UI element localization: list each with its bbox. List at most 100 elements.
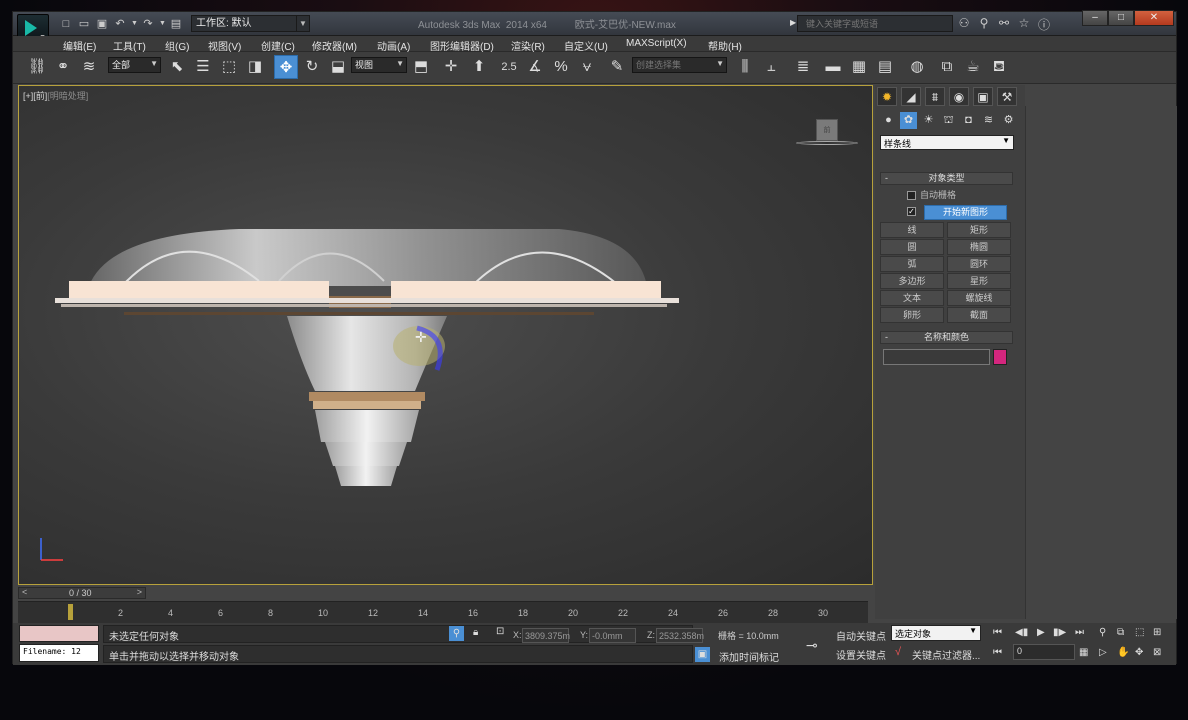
select-by-name-icon[interactable]: ☰ [191, 55, 215, 79]
egg-button[interactable]: 卵形 [880, 307, 944, 323]
go-to-start-icon[interactable]: ⏮ [993, 627, 1002, 638]
cameras-icon[interactable]: ⛫ [940, 112, 957, 129]
select-object-icon[interactable]: ⬉ [165, 55, 189, 79]
time-marker[interactable] [68, 604, 73, 620]
circle-button[interactable]: 圆 [880, 239, 944, 255]
name-color-rollout[interactable]: - 名称和颜色 [880, 331, 1013, 344]
edit-named-sets-icon[interactable]: ✎ [605, 55, 629, 79]
rendered-frame-icon[interactable]: ☕ [961, 55, 985, 79]
communication-icon[interactable]: ⚯ [997, 16, 1011, 33]
zoom-icon[interactable]: ⚲ [1099, 627, 1106, 638]
key-mode-toggle-icon[interactable]: ⏮ [993, 647, 1002, 658]
subscription-icon[interactable]: ⚲ [977, 16, 991, 33]
selection-lock-icon[interactable]: 🔒︎ [473, 627, 478, 638]
orbit-icon[interactable]: ✥ [1135, 647, 1143, 658]
binoculars-icon[interactable]: ⚇ [957, 16, 971, 33]
curve-editor-icon[interactable]: ▦ [847, 55, 871, 79]
time-tag-icon[interactable]: ▣ [695, 647, 710, 662]
y-coordinate-input[interactable]: -0.0mm [589, 628, 636, 643]
redo-dropdown-icon[interactable]: ▼ [159, 17, 166, 31]
field-of-view-icon[interactable]: ▷ [1099, 647, 1107, 658]
start-new-shape-checkbox[interactable]: ✓ [907, 206, 920, 217]
menu-create[interactable]: 创建(C) [261, 38, 295, 53]
category-dropdown[interactable]: 样条线 ▼ [880, 135, 1014, 150]
utilities-tab-icon[interactable]: ⚒ [997, 87, 1017, 106]
object-type-rollout[interactable]: - 对象类型 [880, 172, 1013, 185]
add-time-tag-button[interactable]: 添加时间标记 [719, 649, 779, 664]
current-frame-input[interactable]: 0 [1013, 644, 1075, 660]
save-icon[interactable]: ▣ [95, 17, 109, 31]
rect-selection-icon[interactable]: ⬚ [217, 55, 241, 79]
set-key-button[interactable]: 设置关键点 [836, 647, 886, 662]
ellipse-button[interactable]: 椭圆 [947, 239, 1011, 255]
time-slider-prev[interactable]: < [22, 587, 27, 597]
auto-key-button[interactable]: 自动关键点 [836, 628, 886, 643]
unlink-icon[interactable]: ⚭ [51, 55, 75, 79]
set-key-icon[interactable]: ⊸ [806, 637, 818, 654]
pan-icon[interactable]: ✋ [1117, 647, 1129, 658]
selection-filter-dropdown[interactable]: 全部 ▼ [108, 57, 161, 73]
star-icon[interactable]: ☆ [1017, 16, 1031, 33]
chandelier-model[interactable]: ✛ [19, 86, 874, 586]
menu-animation[interactable]: 动画(A) [377, 38, 410, 53]
start-new-shape-button[interactable]: 开始新图形 [924, 205, 1007, 220]
zoom-all-icon[interactable]: ⧉ [1117, 627, 1124, 638]
layer-manager-icon[interactable]: ≣ [791, 55, 815, 79]
text-button[interactable]: 文本 [880, 290, 944, 306]
close-button[interactable]: ✕ [1134, 10, 1174, 26]
render-setup-icon[interactable]: ⧉ [935, 55, 959, 79]
select-rotate-icon[interactable]: ↻ [300, 55, 324, 79]
menu-graph-editors[interactable]: 图形编辑器(D) [430, 38, 494, 53]
key-filters-button[interactable]: 关键点过滤器... [912, 647, 980, 662]
object-color-swatch[interactable] [993, 349, 1007, 365]
help-icon[interactable]: ⓘ [1037, 16, 1051, 33]
redo-icon[interactable]: ↷ [141, 17, 155, 31]
material-editor-icon[interactable]: ◍ [905, 55, 929, 79]
ref-coord-dropdown[interactable]: 视图 ▼ [351, 57, 407, 73]
section-button[interactable]: 截面 [947, 307, 1011, 323]
modify-tab-icon[interactable]: ◢ [901, 87, 921, 106]
filename-field[interactable]: Filename: 12 [19, 644, 99, 662]
timeline[interactable]: 2 4 6 8 10 12 14 16 18 20 22 24 26 28 30 [18, 601, 868, 623]
star-button[interactable]: 星形 [947, 273, 1011, 289]
helpers-icon[interactable]: ◘ [960, 112, 977, 129]
project-folder-icon[interactable]: ▤ [169, 17, 183, 31]
minimize-button[interactable]: – [1082, 10, 1108, 26]
space-warps-icon[interactable]: ≋ [980, 112, 997, 129]
hierarchy-tab-icon[interactable]: ⩩ [925, 87, 945, 106]
x-coordinate-input[interactable]: 3809.375m [522, 628, 570, 643]
maxscript-listener[interactable] [19, 625, 99, 642]
percent-snap-icon[interactable]: % [549, 55, 573, 79]
manipulate-icon[interactable]: ✛ [439, 55, 463, 79]
menu-rendering[interactable]: 渲染(R) [511, 38, 545, 53]
link-icon[interactable]: ⛓ [25, 55, 49, 79]
front-viewport[interactable]: [+][前][明暗处理] 前 ✛ [18, 85, 873, 585]
open-file-icon[interactable]: ▭ [77, 17, 91, 31]
absolute-mode-icon[interactable]: ⊡ [496, 626, 504, 637]
menu-views[interactable]: 视图(V) [208, 38, 241, 53]
zoom-extents-icon[interactable]: ⬚ [1135, 627, 1144, 638]
go-to-end-icon[interactable]: ⏭ [1075, 627, 1084, 638]
line-button[interactable]: 线 [880, 222, 944, 238]
menu-maxscript[interactable]: MAXScript(X) [626, 38, 687, 49]
systems-icon[interactable]: ⚙ [1000, 112, 1017, 129]
menu-edit[interactable]: 编辑(E) [63, 38, 96, 53]
workspace-options-button[interactable]: ▼ [296, 15, 310, 32]
named-selection-dropdown[interactable]: 创建选择集 ▼ [632, 57, 727, 73]
undo-icon[interactable]: ↶ [113, 17, 127, 31]
rectangle-button[interactable]: 矩形 [947, 222, 1011, 238]
isolate-selection-icon[interactable]: ⚲ [449, 626, 464, 641]
key-mode-dropdown[interactable]: 选定对象 ▼ [891, 625, 981, 641]
z-coordinate-input[interactable]: 2532.358m [656, 628, 704, 643]
workspace-dropdown[interactable]: 工作区: 默认▾ [191, 15, 309, 32]
play-icon[interactable]: ▶ [1037, 627, 1045, 638]
autogrid-checkbox[interactable]: 自动栅格 [907, 188, 956, 201]
lights-icon[interactable]: ☀ [920, 112, 937, 129]
render-production-icon[interactable]: ⛾ [987, 55, 1011, 79]
new-file-icon[interactable]: □ [59, 17, 73, 31]
object-name-input[interactable] [883, 349, 990, 365]
snap-toggle-icon[interactable]: 2.5 [497, 55, 521, 79]
time-config-icon[interactable]: ▦ [1079, 647, 1088, 658]
angle-snap-icon[interactable]: ∡ [523, 55, 547, 79]
bind-space-warp-icon[interactable]: ≋ [77, 55, 101, 79]
